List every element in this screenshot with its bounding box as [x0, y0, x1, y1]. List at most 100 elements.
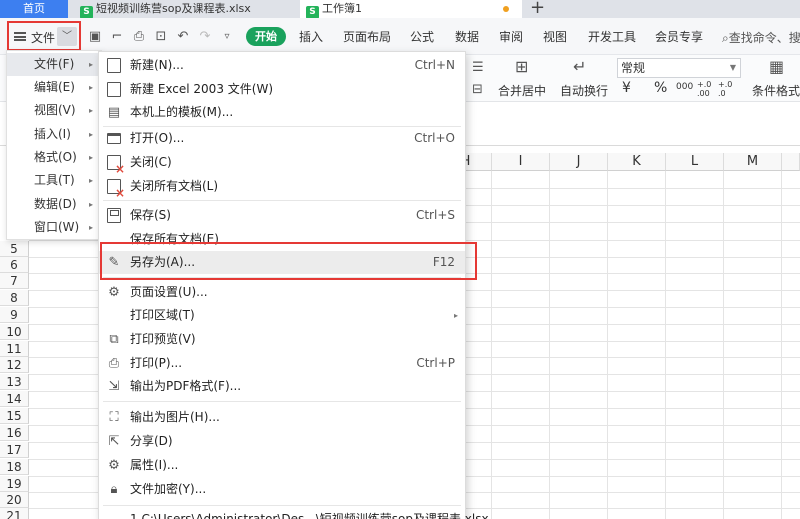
row-header[interactable]: 10 [0, 324, 29, 340]
row-header[interactable]: 18 [0, 459, 29, 475]
file-menu-label: 1 C:\Users\Administrator\Des...\短视频训练营so… [130, 512, 489, 519]
chevron-right-icon: ▸ [88, 223, 93, 232]
tab-data[interactable]: 数据 [455, 29, 479, 45]
row-header[interactable]: 17 [0, 442, 29, 458]
format-painter-icon[interactable]: ⌐ [109, 29, 125, 45]
export-pdf-icon: ⇲ [108, 379, 120, 394]
file-menu-button[interactable]: 文件 ﹀ [7, 21, 81, 51]
home-tab[interactable]: 首页 [0, 0, 68, 18]
file-menu-open[interactable]: 打开(O)... Ctrl+O [99, 127, 465, 150]
column-header[interactable]: L [666, 153, 724, 171]
row-header[interactable]: 12 [0, 357, 29, 373]
file-menu-new[interactable]: 新建(N)... Ctrl+N [99, 54, 465, 77]
tab-page-layout[interactable]: 页面布局 [343, 29, 391, 45]
menu-item-data[interactable]: 数据(D) ▸ [7, 193, 101, 216]
file-menu-label: 文件加密(Y)... [130, 482, 207, 496]
file-menu-save[interactable]: 保存(S) Ctrl+S [99, 204, 465, 227]
redo-icon[interactable]: ↷ [197, 29, 213, 45]
file-menu-close[interactable]: 关闭(C) [99, 151, 465, 175]
menu-item-format[interactable]: 格式(O) ▸ [7, 146, 101, 169]
column-header[interactable]: J [550, 153, 608, 171]
merge-center-icon[interactable]: ⊞ [515, 59, 528, 75]
tab-formulas[interactable]: 公式 [410, 29, 434, 45]
file-menu-new-excel2003[interactable]: 新建 Excel 2003 文件(W) [99, 78, 465, 101]
thousands-button[interactable]: 000 [676, 82, 693, 92]
row-header[interactable]: 15 [0, 408, 29, 424]
conditional-format-button[interactable]: 条件格式 [752, 82, 800, 99]
tab-start[interactable]: 开始 [246, 27, 286, 46]
indent-icon[interactable]: ☰ [472, 60, 484, 76]
row-header[interactable]: 14 [0, 391, 29, 407]
wrap-text-icon[interactable]: ↵ [573, 59, 586, 75]
column-header[interactable]: I [492, 153, 550, 171]
row-header[interactable]: 5 [0, 241, 29, 257]
new-tab-button[interactable]: + [530, 0, 545, 18]
currency-button[interactable]: ¥ [622, 80, 631, 96]
menu-item-window[interactable]: 窗口(W) ▸ [7, 216, 101, 239]
file-menu-local-templates[interactable]: ▤ 本机上的模板(M)... [99, 101, 465, 124]
chevron-down-icon[interactable]: ﹀ [57, 27, 77, 46]
merge-center-button[interactable]: 合并居中 [498, 82, 546, 99]
menu-item-label: 窗口(W) [34, 220, 80, 234]
number-format-select[interactable]: 常规 ▼ [617, 58, 741, 78]
file-menu-recent-file[interactable]: 1 C:\Users\Administrator\Des...\短视频训练营so… [99, 508, 489, 519]
menu-item-tools[interactable]: 工具(T) ▸ [7, 169, 101, 192]
file-menu-label: 打印(P)... [130, 356, 183, 370]
file-menu-page-setup[interactable]: ⚙ 页面设置(U)... [99, 281, 465, 304]
file-menu-export-image[interactable]: ⛶ 输出为图片(H)... [99, 406, 465, 429]
percent-button[interactable]: % [654, 80, 667, 96]
file-menu-close-all[interactable]: 关闭所有文档(L) [99, 175, 465, 199]
menu-item-edit[interactable]: 编辑(E) ▸ [7, 76, 101, 99]
file-menu-print-preview[interactable]: ⧉ 打印预览(V) [99, 328, 465, 351]
file-menu-label: 打印预览(V) [130, 332, 196, 346]
row-header[interactable]: 20 [0, 492, 29, 508]
new-document-icon [107, 58, 121, 73]
row-header[interactable]: 16 [0, 425, 29, 441]
file-menu-encrypt[interactable]: 🔒︎ 文件加密(Y)... [99, 478, 465, 501]
row-header[interactable]: 21 [0, 508, 29, 519]
increase-decimal-button[interactable]: +.0 .00 [697, 80, 717, 98]
menu-item-label: 插入(I) [34, 127, 71, 141]
menu-divider [103, 505, 461, 506]
undo-icon[interactable]: ↶ [175, 29, 191, 45]
shortcut-label: Ctrl+O [414, 131, 455, 145]
column-header[interactable]: M [724, 153, 782, 171]
column-header[interactable] [782, 153, 800, 171]
command-search[interactable]: ⌕查找命令、搜 [722, 29, 800, 46]
conditional-format-icon[interactable]: ▦ [769, 59, 784, 75]
file-menu-export-pdf[interactable]: ⇲ 输出为PDF格式(F)... [99, 375, 465, 398]
file-menu-share[interactable]: ⇱ 分享(D) [99, 430, 465, 453]
row-header[interactable]: 13 [0, 374, 29, 390]
align-icon[interactable]: ⊟ [472, 82, 483, 98]
file-menu-print-area[interactable]: 打印区域(T) ▸ [99, 304, 465, 327]
row-header[interactable]: 11 [0, 341, 29, 357]
document-tab-workbook1[interactable]: S 工作簿1 [300, 0, 522, 19]
column-header[interactable]: K [608, 153, 666, 171]
tab-member[interactable]: 会员专享 [655, 29, 703, 45]
menu-item-insert[interactable]: 插入(I) ▸ [7, 123, 101, 146]
menu-item-file[interactable]: 文件(F) ▸ [7, 53, 101, 76]
decrease-decimal-button[interactable]: +.0 .0 [718, 80, 736, 98]
file-submenu: 新建(N)... Ctrl+N 新建 Excel 2003 文件(W) ▤ 本机… [98, 51, 489, 519]
save-quick-icon[interactable]: ▣ [87, 29, 103, 45]
tab-review[interactable]: 审阅 [499, 29, 523, 45]
menu-item-view[interactable]: 视图(V) ▸ [7, 99, 101, 122]
print-preview-quick-icon[interactable]: ⊡ [153, 29, 169, 45]
menu-item-label: 格式(O) [34, 150, 77, 164]
row-header[interactable]: 9 [0, 307, 29, 323]
tab-developer[interactable]: 开发工具 [588, 29, 636, 45]
row-header[interactable]: 19 [0, 476, 29, 492]
file-menu-properties[interactable]: ⚙ 属性(I)... [99, 454, 465, 477]
file-menu-print[interactable]: ⎙ 打印(P)... Ctrl+P [99, 352, 465, 375]
row-header[interactable]: 7 [0, 273, 29, 289]
document-tab-xlsx[interactable]: S 短视频训练营sop及课程表.xlsx [78, 0, 342, 19]
print-quick-icon[interactable]: ⎙ [131, 29, 147, 45]
tab-insert[interactable]: 插入 [299, 29, 323, 45]
file-menu-label: 输出为PDF格式(F)... [130, 379, 242, 393]
auto-wrap-button[interactable]: 自动换行 [560, 82, 608, 99]
file-menu-label: 打开(O)... [130, 131, 185, 145]
row-header[interactable]: 8 [0, 290, 29, 306]
tab-view[interactable]: 视图 [543, 29, 567, 45]
customize-chevron-icon[interactable]: ▿ [219, 29, 235, 45]
row-header[interactable]: 6 [0, 257, 29, 273]
